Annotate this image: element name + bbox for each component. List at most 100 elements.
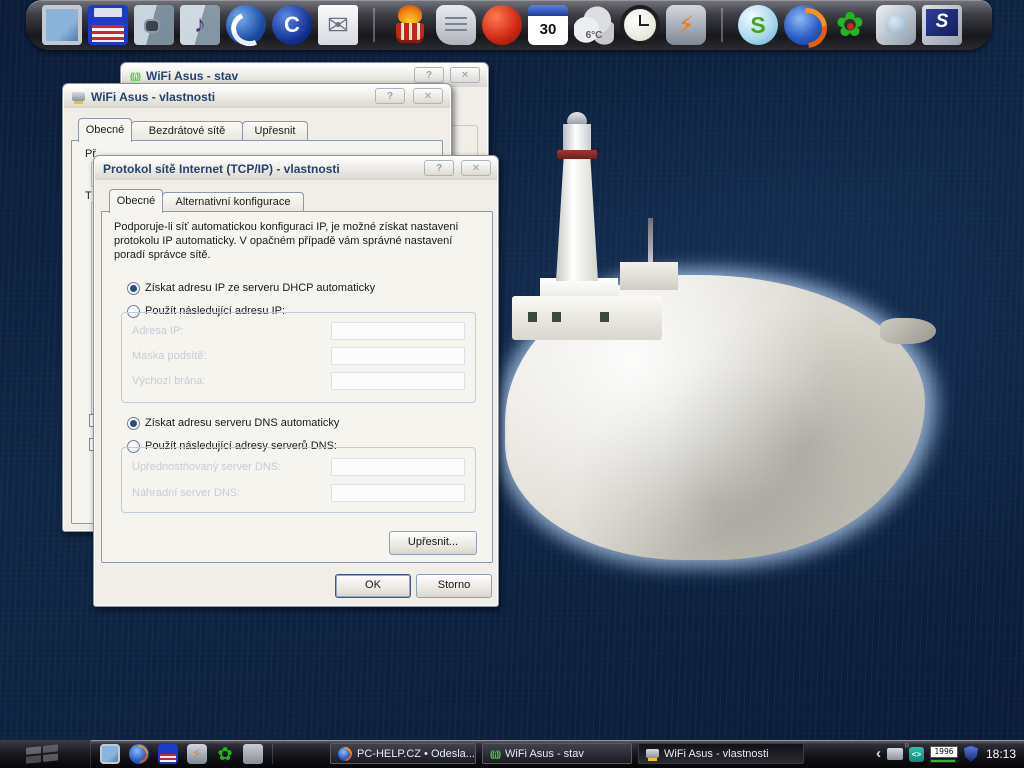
cancel-button[interactable]: Storno (416, 574, 492, 598)
firefox-quicklaunch-icon[interactable] (129, 744, 149, 764)
google-earth-icon[interactable] (226, 5, 266, 45)
alternate-dns-input (331, 484, 465, 502)
dns-groupbox (121, 447, 476, 513)
subnet-mask-input (331, 347, 465, 365)
lighthouse-red-ring (557, 150, 597, 159)
lighthouse-annex-building (620, 262, 678, 290)
house-window (600, 312, 609, 322)
house-window (528, 312, 537, 322)
network-adapter-icon (72, 92, 85, 101)
radio-dhcp-auto[interactable] (127, 282, 140, 295)
red-app-icon[interactable] (482, 5, 522, 45)
floppy-icon[interactable] (88, 5, 128, 45)
printer-quicklaunch-icon[interactable] (243, 744, 263, 764)
taskbar-clock[interactable]: 18:13 (984, 747, 1016, 761)
winamp-quicklaunch-icon[interactable]: ⚡ (187, 744, 207, 764)
desktop: ♪ C ✉ 30 6°C ⚡ S ✿ S ((¡)) WiFi Asus - s… (0, 0, 1024, 768)
lighthouse-tower (556, 159, 598, 281)
task-wifi-stav-label: WiFi Asus - stav (505, 748, 584, 760)
security-shield-icon[interactable] (964, 746, 978, 762)
help-button[interactable]: ? (375, 88, 405, 104)
weather-icon[interactable]: 6°C (574, 5, 614, 45)
subnet-mask-label: Maska podsítě: (132, 350, 207, 362)
mail-icon[interactable]: ✉ (318, 5, 358, 45)
tcpip-title: Protokol sítě Internet (TCP/IP) - vlastn… (103, 162, 340, 176)
taskbar-separator (272, 744, 273, 764)
clock-icon[interactable] (620, 5, 660, 45)
network-tray-icon[interactable] (887, 748, 903, 760)
tab-alternativni-konfigurace[interactable]: Alternativní konfigurace (162, 192, 304, 213)
teal-app-tray-icon[interactable]: <> (909, 747, 924, 762)
task-wifi-stav[interactable]: ((¡)) WiFi Asus - stav (482, 743, 632, 764)
lighthouse-dome (567, 112, 587, 124)
firefox-icon[interactable] (784, 5, 824, 45)
preferred-dns-input (331, 458, 465, 476)
monitor-s-icon[interactable]: S (922, 5, 962, 45)
task-pchelp[interactable]: PC-HELP.CZ • Odesla... (330, 743, 476, 764)
skype-icon[interactable]: S (738, 5, 778, 45)
calendar-icon[interactable]: 30 (528, 5, 568, 45)
wifi-stav-title: WiFi Asus - stav (146, 69, 238, 83)
music-glyph: ♪ (180, 5, 220, 45)
ram-meter-tray[interactable]: 1996 (930, 746, 958, 763)
uses-items-label: T (85, 190, 92, 202)
ram-meter-bar (930, 759, 956, 763)
webcam-icon[interactable] (876, 5, 916, 45)
radio-dns-auto[interactable] (127, 417, 140, 430)
winamp-icon[interactable]: ⚡ (666, 5, 706, 45)
ok-button[interactable]: OK (335, 574, 411, 598)
icq-quicklaunch-icon[interactable]: ✿ (215, 744, 235, 764)
advanced-button[interactable]: Upřesnit... (389, 531, 477, 555)
nero-burning-icon[interactable] (390, 5, 430, 45)
wifi-vlastnosti-title: WiFi Asus - vlastnosti (91, 90, 215, 104)
window-tcpip: Protokol sítě Internet (TCP/IP) - vlastn… (93, 155, 499, 607)
ip-address-label: Adresa IP: (132, 325, 183, 337)
preferred-dns-label: Upřednostňovaný server DNS: (132, 461, 281, 473)
close-button[interactable]: ✕ (450, 67, 480, 83)
tab-bezdratove-site[interactable]: Bezdrátové sítě (131, 121, 243, 142)
close-button[interactable]: ✕ (413, 88, 443, 104)
dock: ♪ C ✉ 30 6°C ⚡ S ✿ S (26, 0, 992, 50)
tab-obecne[interactable]: Obecné (109, 189, 163, 213)
tab-upresnit[interactable]: Upřesnit (242, 121, 308, 142)
help-button[interactable]: ? (424, 160, 454, 176)
floppy-quicklaunch-icon[interactable] (158, 744, 178, 764)
calendar-date: 30 (528, 5, 568, 45)
icq-glyph: ✿ (830, 5, 870, 45)
c-ball-icon[interactable]: C (272, 5, 312, 45)
firefox-icon (338, 747, 352, 761)
island-rock-spur (880, 318, 936, 344)
lighthouse-antenna (648, 218, 653, 266)
default-gateway-label: Výchozí brána: (132, 375, 205, 387)
photo-viewer-icon[interactable] (134, 5, 174, 45)
help-button[interactable]: ? (414, 67, 444, 83)
winamp-glyph: ⚡ (666, 5, 706, 45)
task-wifi-vlastnosti[interactable]: WiFi Asus - vlastnosti (638, 743, 804, 764)
script-icon[interactable] (436, 5, 476, 45)
weather-temp: 6°C (574, 5, 614, 45)
tab-obecne[interactable]: Obecné (78, 118, 132, 142)
skype-glyph: S (738, 5, 778, 45)
wireless-icon: ((¡)) (130, 71, 140, 81)
photo-frame-icon[interactable] (42, 5, 82, 45)
ip-address-input (331, 322, 465, 340)
tray-chevron-icon[interactable]: ‹ (876, 741, 881, 767)
windows-flag-icon (26, 744, 60, 764)
ram-meter-value: 1996 (930, 746, 958, 758)
icq-icon[interactable]: ✿ (830, 5, 870, 45)
show-desktop-icon[interactable] (100, 744, 120, 764)
radio-dns-auto-label[interactable]: Získat adresu serveru DNS automaticky (145, 417, 339, 429)
music-icon[interactable]: ♪ (180, 5, 220, 45)
lighthouse-lantern (563, 124, 591, 150)
house-window (552, 312, 561, 322)
alternate-dns-label: Náhradní server DNS: (132, 487, 240, 499)
network-adapter-icon (646, 749, 659, 758)
task-pchelp-label: PC-HELP.CZ • Odesla... (357, 748, 475, 760)
dock-separator (373, 8, 375, 42)
tcpip-intro-text: Podporuje-li síť automatickou konfigurac… (114, 220, 478, 262)
start-button[interactable] (0, 740, 91, 768)
close-button[interactable]: ✕ (461, 160, 491, 176)
radio-dhcp-auto-label[interactable]: Získat adresu IP ze serveru DHCP automat… (145, 282, 375, 294)
task-wifi-vlastnosti-label: WiFi Asus - vlastnosti (664, 748, 769, 760)
taskbar: ⚡ ✿ PC-HELP.CZ • Odesla... ((¡)) WiFi As… (0, 740, 1024, 768)
